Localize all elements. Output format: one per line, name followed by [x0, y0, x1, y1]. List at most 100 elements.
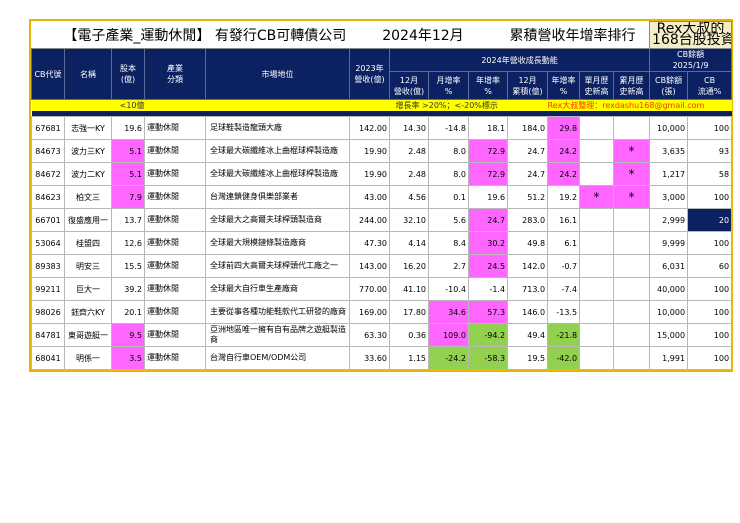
cell-code: 84673 [31, 139, 65, 163]
cell-industry: 運動休閒 [144, 139, 206, 163]
cell-mom: 8.0 [428, 162, 469, 186]
title-month: 2024年12月 [382, 27, 464, 44]
cell-name: 明係一 [64, 346, 112, 370]
cell-yoy: 72.9 [467, 162, 509, 186]
cell-capital: 9.5 [111, 323, 145, 347]
cell-rev2023: 43.00 [349, 185, 390, 209]
cell-dec-rev: 4.14 [389, 231, 429, 255]
cell-dec-rev: 2.48 [389, 139, 429, 163]
cell-cum: 49.4 [507, 323, 549, 347]
cell-yoy: 57.3 [467, 300, 509, 324]
table-row: 89383 明安三 15.5 運動休閒 全球前四大高爾夫球桿頭代工廠之一 143.00 16… [31, 254, 733, 278]
cell-cum-yoy: 24.2 [547, 139, 581, 163]
cell-mom: 2.7 [428, 254, 469, 278]
cell-cum-high [613, 231, 651, 255]
cell-month-high [579, 254, 615, 278]
header-capital: 股本 (億) [111, 48, 145, 100]
cell-capital: 3.5 [111, 346, 145, 370]
header-cb-float: CB 流通% [687, 71, 733, 100]
cell-market: 主要從事各種功能鞋款代工研發的廠商 [205, 300, 350, 324]
cell-name: 桂盟四 [64, 231, 112, 255]
note-growth: 增長率 >20%；<-20%標示 [389, 99, 548, 111]
cell-month-high [579, 346, 615, 370]
cell-industry: 運動休閒 [144, 231, 206, 255]
table-row: 98026 鈺齊六KY 20.1 運動休閒 主要從事各種功能鞋款代工研發的廠商 169.0… [31, 300, 733, 324]
cell-cum-high: * [613, 162, 651, 186]
cell-name: 鈺齊六KY [64, 300, 112, 324]
cell-cum-high [613, 300, 651, 324]
table-row: 68041 明係一 3.5 運動休閒 台灣自行車OEM/ODM公司 33.60 1.15 -2… [31, 346, 733, 370]
cell-yoy: 18.1 [467, 116, 509, 140]
header-month-high: 單月歷 史新高 [579, 71, 615, 100]
cell-cb-balance: 10,000 [649, 116, 689, 140]
cell-capital: 19.6 [111, 116, 145, 140]
cell-cum-yoy: 6.1 [547, 231, 581, 255]
cell-yoy: -58.3 [467, 346, 509, 370]
cell-dec-rev: 2.48 [389, 162, 429, 186]
brand-line2: 168台股投資教室 [652, 32, 731, 48]
table-row: 67681 志強一KY 19.6 運動休閒 足球鞋製造龍頭大廠 142.00 14.30 -1… [31, 116, 733, 140]
cb-ranking-sheet: 【電子產業_運動休閒】 有發行CB可轉債公司 2024年12月 累積營收年增率排行… [29, 19, 733, 372]
cell-cum-yoy: 19.2 [547, 185, 581, 209]
cell-industry: 運動休閒 [144, 254, 206, 278]
header-cb-balance: CB餘額 (張) [649, 71, 689, 100]
cell-yoy: 19.6 [467, 185, 509, 209]
header-yoy: 年增率 % [467, 71, 509, 100]
cell-cb-balance: 1,991 [649, 346, 689, 370]
cell-capital: 7.9 [111, 185, 145, 209]
cell-industry: 運動休閒 [144, 208, 206, 232]
cell-rev2023: 63.30 [349, 323, 390, 347]
cell-rev2023: 770.00 [349, 277, 390, 301]
cell-code: 98026 [31, 300, 65, 324]
cell-code: 68041 [31, 346, 65, 370]
cell-rev2023: 19.90 [349, 162, 390, 186]
cell-cum: 19.5 [507, 346, 549, 370]
cell-industry: 運動休閒 [144, 323, 206, 347]
cell-capital: 15.5 [111, 254, 145, 278]
cell-cb-balance: 40,000 [649, 277, 689, 301]
cell-month-high [579, 139, 615, 163]
cell-month-high [579, 162, 615, 186]
cb-table: 【電子產業_運動休閒】 有發行CB可轉債公司 2024年12月 累積營收年增率排行… [31, 21, 733, 370]
cell-market: 全球最大規模鏈條製造廠商 [205, 231, 350, 255]
cell-industry: 運動休閒 [144, 346, 206, 370]
cell-mom: 8.4 [428, 231, 469, 255]
cell-market: 全球最大自行車生產廠商 [205, 277, 350, 301]
cell-dec-rev: 17.80 [389, 300, 429, 324]
cell-month-high [579, 323, 615, 347]
cell-month-high [579, 300, 615, 324]
cell-cum-high [613, 116, 651, 140]
cell-cum: 24.7 [507, 139, 549, 163]
cell-cb-balance: 3,000 [649, 185, 689, 209]
cell-cb-float: 100 [687, 323, 733, 347]
cell-market: 台灣連鎖健身俱樂部業者 [205, 185, 350, 209]
cell-rev2023: 19.90 [349, 139, 390, 163]
cell-cb-float: 100 [687, 277, 733, 301]
header-cum-yoy: 年增率 % [547, 71, 581, 100]
cell-cum-high [613, 346, 651, 370]
cell-cum-yoy: 24.2 [547, 162, 581, 186]
cell-market: 全球最大碳纖維冰上曲棍球桿製造廠 [205, 139, 350, 163]
header-rev2023: 2023年 營收(億) [349, 48, 390, 100]
cell-mom: 34.6 [428, 300, 469, 324]
cell-dec-rev: 4.56 [389, 185, 429, 209]
cell-mom: -10.4 [428, 277, 469, 301]
cell-capital: 39.2 [111, 277, 145, 301]
cell-cb-balance: 6,031 [649, 254, 689, 278]
cell-rev2023: 169.00 [349, 300, 390, 324]
cell-yoy: -94.2 [467, 323, 509, 347]
cell-month-high: * [579, 185, 615, 209]
cell-capital: 5.1 [111, 162, 145, 186]
cell-mom: 109.0 [428, 323, 469, 347]
cell-dec-rev: 32.10 [389, 208, 429, 232]
cell-cb-balance: 10,000 [649, 300, 689, 324]
cell-code: 84781 [31, 323, 65, 347]
cell-cum-high [613, 277, 651, 301]
cell-cum: 142.0 [507, 254, 549, 278]
table-row: 84673 波力三KY 5.1 運動休閒 全球最大碳纖維冰上曲棍球桿製造廠 19.90 2.… [31, 139, 733, 163]
cell-name: 復盛應用一 [64, 208, 112, 232]
cell-cum-yoy: 16.1 [547, 208, 581, 232]
cell-market: 亞洲地區唯一擁有自有品牌之遊艇製造商 [205, 323, 350, 347]
cell-month-high [579, 231, 615, 255]
cell-cum-high [613, 208, 651, 232]
